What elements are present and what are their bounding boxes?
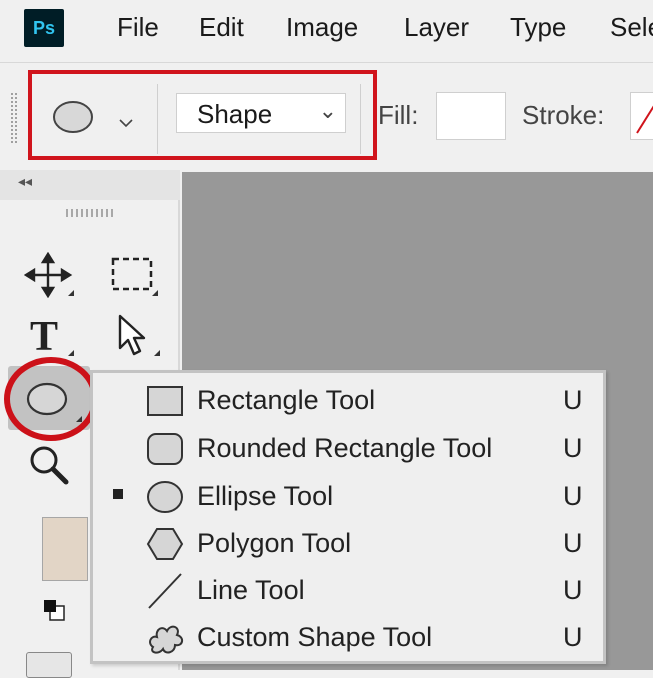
submenu-indicator — [152, 290, 158, 296]
flyout-item-polygon[interactable]: Polygon Tool U — [93, 519, 603, 566]
highlight-circle — [4, 357, 98, 441]
stroke-none-icon — [636, 105, 653, 134]
submenu-indicator — [68, 290, 74, 296]
magnifier-icon — [30, 446, 69, 485]
ellipse-icon — [147, 481, 183, 513]
panel-grip[interactable] — [66, 209, 114, 217]
menu-select[interactable]: Sele — [610, 12, 653, 43]
foreground-color-swatch[interactable] — [42, 517, 88, 581]
stroke-label: Stroke: — [522, 100, 605, 130]
flyout-item-label: Rectangle Tool — [197, 385, 376, 415]
flyout-item-label: Ellipse Tool — [197, 481, 334, 511]
selected-indicator — [113, 489, 123, 499]
fill-color-swatch[interactable] — [436, 92, 506, 140]
marquee-tool[interactable] — [108, 254, 158, 303]
panel-header: ◂◂ — [0, 170, 180, 200]
flyout-item-ellipse[interactable]: Ellipse Tool U — [93, 472, 603, 519]
polygon-icon — [146, 528, 184, 560]
submenu-indicator — [68, 350, 74, 356]
rounded-rectangle-icon — [147, 433, 183, 465]
rectangular-marquee-icon — [111, 257, 153, 291]
arrow-cursor-icon — [118, 314, 146, 356]
flyout-item-shortcut: U — [563, 622, 583, 652]
highlight-rectangle — [28, 70, 377, 160]
shape-tools-flyout: Rectangle Tool U Rounded Rectangle Tool … — [90, 370, 606, 664]
flyout-item-line[interactable]: Line Tool U — [93, 566, 603, 613]
flyout-item-label: Polygon Tool — [197, 528, 352, 558]
flyout-item-shortcut: U — [563, 433, 583, 463]
path-selection-tool[interactable] — [112, 312, 160, 363]
flyout-item-label: Custom Shape Tool — [197, 622, 433, 652]
line-icon — [148, 573, 182, 609]
flyout-item-custom-shape[interactable]: Custom Shape Tool U — [93, 613, 603, 660]
collapse-panel-icon[interactable]: ◂◂ — [18, 173, 32, 190]
menu-type[interactable]: Type — [510, 12, 566, 43]
menu-edit[interactable]: Edit — [199, 12, 244, 43]
menu-layer[interactable]: Layer — [404, 12, 469, 43]
menu-image[interactable]: Image — [286, 12, 358, 43]
photoshop-logo[interactable]: Ps — [24, 9, 64, 47]
submenu-indicator — [154, 350, 160, 356]
flyout-item-shortcut: U — [563, 528, 583, 558]
flyout-item-rectangle[interactable]: Rectangle Tool U — [93, 376, 603, 423]
menu-bar: Ps File Edit Image Layer Type Sele — [0, 0, 653, 58]
default-colors-icon[interactable] — [42, 598, 66, 622]
type-tool[interactable]: T — [26, 312, 74, 363]
move-tool[interactable] — [23, 251, 74, 303]
options-bar-grip[interactable] — [10, 92, 18, 144]
flyout-item-label: Line Tool — [197, 575, 305, 605]
flyout-item-rounded-rectangle[interactable]: Rounded Rectangle Tool U — [93, 424, 603, 471]
stroke-color-swatch[interactable] — [630, 92, 653, 140]
flyout-item-shortcut: U — [563, 575, 583, 605]
svg-text:T: T — [30, 314, 58, 358]
flyout-item-label: Rounded Rectangle Tool — [197, 433, 493, 463]
rectangle-icon — [147, 386, 183, 416]
quick-mask-button[interactable] — [26, 652, 72, 678]
flyout-item-shortcut: U — [563, 385, 583, 415]
type-icon: T — [30, 314, 58, 360]
flyout-item-shortcut: U — [563, 481, 583, 511]
fill-label: Fill: — [378, 100, 419, 130]
move-icon — [23, 251, 73, 299]
menu-file[interactable]: File — [117, 12, 159, 43]
zoom-tool[interactable] — [26, 442, 74, 493]
custom-shape-icon — [149, 625, 183, 654]
